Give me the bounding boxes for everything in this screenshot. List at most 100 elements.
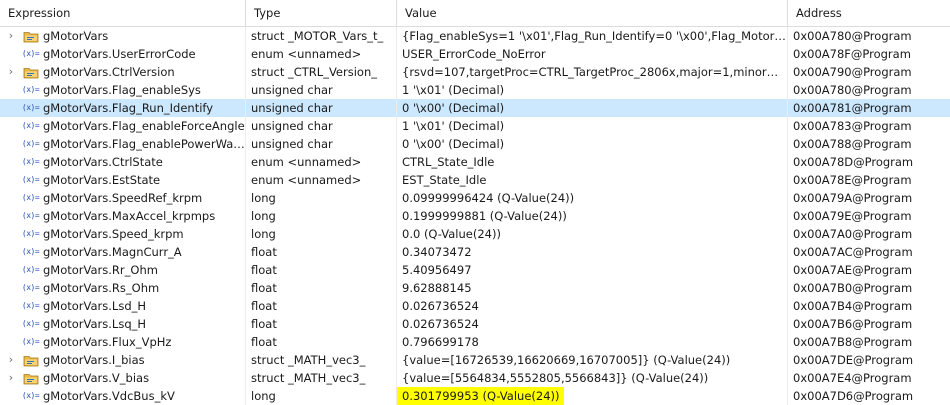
value-cell[interactable]: 0.09999996424 (Q-Value(24)): [397, 189, 788, 207]
expression-cell: (x)= gMotorVars.Speed_krpm: [0, 225, 246, 243]
expression-cell: › gMotorVars: [0, 27, 246, 45]
expression-row[interactable]: › gMotorVars.V_bias struct _MATH_vec3_ {val…: [0, 369, 950, 387]
value-cell[interactable]: 0.0 (Q-Value(24)): [397, 225, 788, 243]
expression-name: gMotorVars.I_bias: [43, 353, 145, 367]
address-cell: 0x00A78E@Program: [793, 173, 912, 187]
address-cell: 0x00A781@Program: [793, 101, 912, 115]
expression-row[interactable]: (x)= gMotorVars.CtrlState enum <unnamed> CT…: [0, 153, 950, 171]
variable-glyph: (x)=: [21, 301, 40, 310]
expression-name: gMotorVars.Lsd_H: [43, 299, 147, 313]
value-cell[interactable]: 1 '\x01' (Decimal): [397, 117, 788, 135]
value-cell[interactable]: {Flag_enableSys=1 '\x01',Flag_Run_Identi…: [397, 27, 788, 45]
value-cell[interactable]: 0.026736524: [397, 297, 788, 315]
expression-row[interactable]: (x)= gMotorVars.Flag_enableForceAngle unsi…: [0, 117, 950, 135]
type-cell: enum <unnamed>: [246, 45, 397, 63]
expression-cell: (x)= gMotorVars.MaxAccel_krpmps: [0, 207, 246, 225]
expression-row[interactable]: (x)= gMotorVars.VdcBus_kV long 0.301799953 …: [0, 387, 950, 405]
expand-chevron-icon[interactable]: ›: [0, 27, 22, 45]
expression-row[interactable]: (x)= gMotorVars.MagnCurr_A float 0.34073472…: [0, 243, 950, 261]
value-cell[interactable]: CTRL_State_Idle: [397, 153, 788, 171]
address-cell: 0x00A79E@Program: [793, 209, 912, 223]
expand-chevron-icon[interactable]: ›: [0, 63, 22, 81]
value-cell[interactable]: {value=[5564834,5552805,5566843]} (Q-Val…: [397, 369, 788, 387]
address-cell: 0x00A7AC@Program: [793, 245, 913, 259]
column-header-address[interactable]: Address: [788, 0, 950, 26]
expression-name: gMotorVars.CtrlVersion: [43, 65, 175, 79]
expression-row[interactable]: (x)= gMotorVars.Rs_Ohm float 9.62888145 0x00…: [0, 279, 950, 297]
expression-row[interactable]: (x)= gMotorVars.Flag_Run_Identify unsigned…: [0, 99, 950, 117]
type-cell: float: [246, 315, 397, 333]
expression-row[interactable]: (x)= gMotorVars.SpeedRef_krpm long 0.099999…: [0, 189, 950, 207]
expression-row[interactable]: › gMotorVars struct _MOTOR_Vars_t_ {Flag_en…: [0, 27, 950, 45]
variable-icon: (x)=: [21, 47, 40, 61]
type-cell: float: [246, 333, 397, 351]
variable-icon: (x)=: [21, 299, 40, 313]
type-cell: long: [246, 189, 397, 207]
expression-name: gMotorVars.V_bias: [43, 371, 150, 385]
variable-glyph: (x)=: [21, 121, 40, 130]
value-cell[interactable]: 1 '\x01' (Decimal): [397, 81, 788, 99]
expression-name: gMotorVars.MaxAccel_krpmps: [43, 209, 216, 223]
column-header-row: Expression Type Value Address: [0, 0, 950, 27]
type-cell: float: [246, 243, 397, 261]
variable-glyph: (x)=: [21, 193, 40, 202]
expression-row[interactable]: › gMotorVars.CtrlVersion struct _CTRL_Vers…: [0, 63, 950, 81]
expression-name: gMotorVars.VdcBus_kV: [43, 389, 175, 403]
address-cell: 0x00A7D6@Program: [793, 389, 914, 403]
value-cell[interactable]: 0.1999999881 (Q-Value(24)): [397, 207, 788, 225]
expand-chevron-icon[interactable]: ›: [0, 351, 22, 369]
value-cell[interactable]: USER_ErrorCode_NoError: [397, 45, 788, 63]
expression-row[interactable]: (x)= gMotorVars.Lsq_H float 0.026736524 0x00…: [0, 315, 950, 333]
value-cell[interactable]: 9.62888145: [397, 279, 788, 297]
expression-cell: (x)= gMotorVars.VdcBus_kV: [0, 387, 246, 405]
expression-row[interactable]: (x)= gMotorVars.EstState enum <unnamed> EST…: [0, 171, 950, 189]
address-cell: 0x00A79A@Program: [793, 191, 913, 205]
expression-row[interactable]: (x)= gMotorVars.UserErrorCode enum <unname…: [0, 45, 950, 63]
expression-cell: (x)= gMotorVars.Flag_enableForceAngle: [0, 117, 246, 135]
expression-row[interactable]: (x)= gMotorVars.Flag_enableSys unsigned ch…: [0, 81, 950, 99]
expression-row[interactable]: (x)= gMotorVars.Flag_enablePowerWarp unsig…: [0, 135, 950, 153]
value-cell[interactable]: 0.026736524: [397, 315, 788, 333]
variable-glyph: (x)=: [21, 49, 40, 58]
expression-cell: › gMotorVars.I_bias: [0, 351, 246, 369]
variable-glyph: (x)=: [21, 265, 40, 274]
expression-cell: (x)= gMotorVars.Rs_Ohm: [0, 279, 246, 297]
expand-chevron-icon[interactable]: ›: [0, 369, 22, 387]
struct-icon: [22, 65, 39, 79]
type-cell: struct _MATH_vec3_: [246, 351, 397, 369]
column-header-expression[interactable]: Expression: [0, 0, 246, 26]
address-cell: 0x00A7E4@Program: [793, 371, 912, 385]
type-cell: float: [246, 261, 397, 279]
variable-icon: (x)=: [21, 263, 40, 277]
expression-row[interactable]: (x)= gMotorVars.Rr_Ohm float 5.40956497 0x00…: [0, 261, 950, 279]
expression-row[interactable]: (x)= gMotorVars.Lsd_H float 0.026736524 0x00…: [0, 297, 950, 315]
address-cell: 0x00A7DE@Program: [793, 353, 914, 367]
type-cell: struct _MATH_vec3_: [246, 369, 397, 387]
expression-cell: (x)= gMotorVars.Rr_Ohm: [0, 261, 246, 279]
expression-row[interactable]: (x)= gMotorVars.Flux_VpHz float 0.796699178…: [0, 333, 950, 351]
value-cell[interactable]: 0.34073472: [397, 243, 788, 261]
value-cell[interactable]: {value=[16726539,16620669,16707005]} (Q-…: [397, 351, 788, 369]
expression-cell: (x)= gMotorVars.Lsq_H: [0, 315, 246, 333]
address-cell: 0x00A78F@Program: [793, 47, 911, 61]
variable-icon: (x)=: [22, 209, 40, 223]
value-cell[interactable]: EST_State_Idle: [397, 171, 788, 189]
value-cell[interactable]: {rsvd=107,targetProc=CTRL_TargetProc_280…: [397, 63, 788, 81]
value-cell[interactable]: 0.796699178: [397, 333, 788, 351]
address-cell: 0x00A7B4@Program: [793, 299, 913, 313]
column-header-value[interactable]: Value: [397, 0, 788, 26]
address-cell: 0x00A7B8@Program: [793, 335, 913, 349]
expression-row[interactable]: (x)= gMotorVars.Speed_krpm long 0.0 (Q-Valu…: [0, 225, 950, 243]
expression-row[interactable]: › gMotorVars.I_bias struct _MATH_vec3_ {val…: [0, 351, 950, 369]
value-cell[interactable]: 0.301799953 (Q-Value(24)): [397, 387, 788, 405]
value-cell[interactable]: 5.40956497: [397, 261, 788, 279]
variable-icon: (x)=: [22, 137, 40, 151]
value-cell[interactable]: 0 '\x00' (Decimal): [397, 99, 788, 117]
column-header-type[interactable]: Type: [246, 0, 397, 26]
expression-row[interactable]: (x)= gMotorVars.MaxAccel_krpmps long 0.1999…: [0, 207, 950, 225]
type-cell: float: [246, 279, 397, 297]
type-cell: unsigned char: [246, 117, 397, 135]
address-cell: 0x00A7AE@Program: [793, 263, 913, 277]
value-cell[interactable]: 0 '\x00' (Decimal): [397, 135, 788, 153]
expression-name: gMotorVars.UserErrorCode: [43, 47, 196, 61]
